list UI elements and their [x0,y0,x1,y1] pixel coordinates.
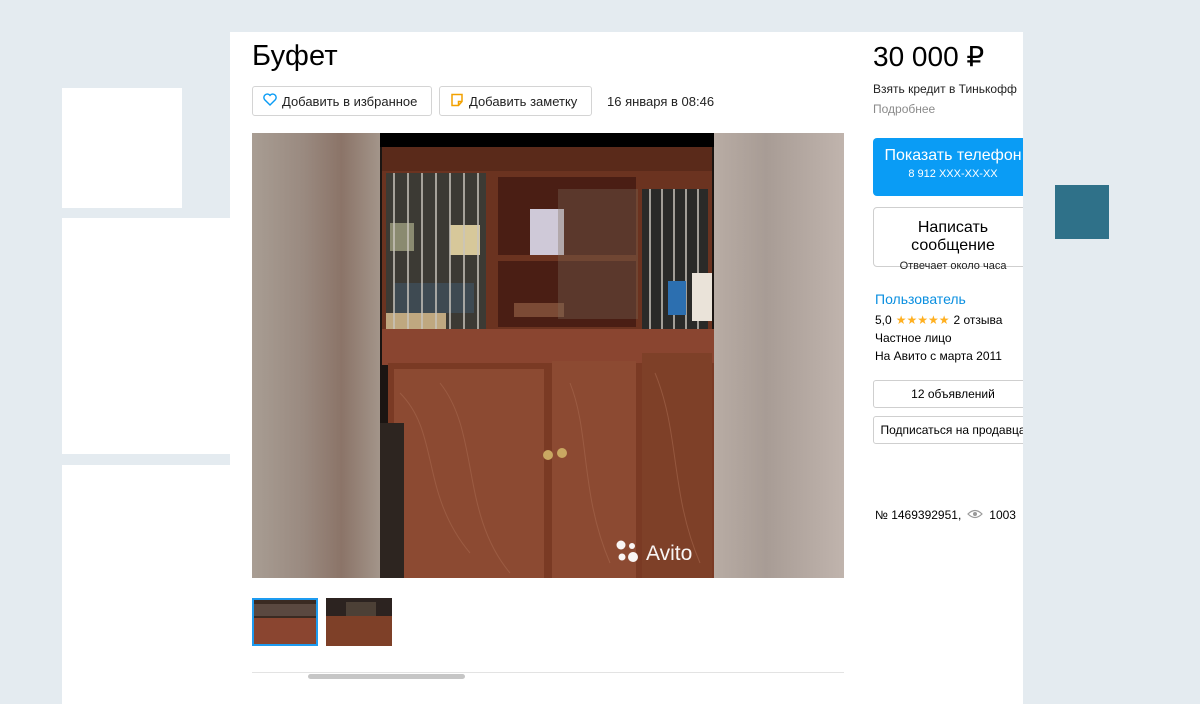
thumbnail-1[interactable] [252,598,318,646]
heart-icon [263,93,277,109]
views-count: 1003 [989,508,1016,522]
background-accent-square [1055,185,1109,239]
background-sheet [62,465,230,704]
ad-number: № 1469392951, [875,508,962,522]
more-link[interactable]: Подробнее [873,102,935,116]
gallery-blur-right [714,133,844,578]
divider [252,672,844,673]
add-note-button[interactable]: Добавить заметку [439,86,592,116]
background-sheet [62,88,182,208]
seller-since: На Авито с марта 2011 [875,349,1002,363]
seller-type: Частное лицо [875,331,952,345]
note-icon [450,93,464,110]
show-phone-button[interactable]: Показать телефон 8 912 XXX-XX-XX [873,138,1023,196]
show-phone-label: Показать телефон [884,147,1022,164]
ad-meta: № 1469392951, 1003 [875,508,1016,522]
horizontal-scrollbar[interactable] [308,674,465,679]
listing-page: Буфет Добавить в избранное Добавить заме… [230,32,1023,704]
avito-logo-icon [614,538,640,570]
star-rating-icon: ★★★★★ [895,313,950,327]
subscribe-button[interactable]: Подписаться на продавца [873,416,1023,444]
seller-rating: 5,0 ★★★★★ 2 отзыва [875,313,1002,327]
seller-ads-button[interactable]: 12 объявлений [873,380,1023,408]
publication-date: 16 января в 08:46 [607,94,715,109]
gallery-blur-left [252,133,380,578]
add-to-favorites-button[interactable]: Добавить в избранное [252,86,432,116]
background-sheet [62,218,230,454]
photo-gallery[interactable]: Avito [252,133,844,578]
eye-icon [967,508,984,522]
response-time: Отвечает около часа [899,260,1007,272]
main-photo[interactable]: Avito [380,133,714,578]
page-title: Буфет [252,40,338,72]
avito-watermark: Avito [614,538,692,570]
price: 30 000 ₽ [873,41,985,72]
credit-offer[interactable]: Взять кредит в Тинькофф [873,82,1017,96]
seller-name-link[interactable]: Пользователь [875,291,966,307]
reviews-link[interactable]: 2 отзыва [953,313,1002,327]
write-message-label: Написать сообщение [911,219,995,254]
add-to-favorites-label: Добавить в избранное [282,93,418,109]
rating-value: 5,0 [875,313,892,327]
write-message-button[interactable]: Написать сообщение Отвечает около часа [873,207,1023,272]
phone-partial: 8 912 XXX-XX-XX [908,168,998,180]
thumbnail-2[interactable] [326,598,392,646]
add-note-label: Добавить заметку [469,93,578,109]
watermark-text: Avito [646,542,693,565]
